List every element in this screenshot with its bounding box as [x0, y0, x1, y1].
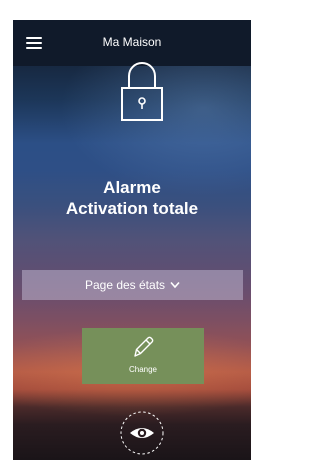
alarm-mode: Activation totale: [65, 199, 199, 218]
eye-icon[interactable]: [119, 410, 165, 456]
change-button-label: Change: [128, 365, 158, 374]
change-button[interactable]: Change: [82, 328, 204, 384]
states-page-dropdown[interactable]: Page des états: [22, 270, 243, 300]
padlock-icon: [121, 62, 163, 121]
alarm-title: Alarme: [103, 178, 161, 197]
pencil-icon: [134, 336, 154, 357]
alarm-status: Alarme Activation totale: [13, 177, 251, 219]
chevron-down-icon: [170, 281, 180, 289]
page-title: Ma Maison: [102, 35, 162, 49]
app-screen: Ma Maison Alarme Activation totale Page …: [0, 0, 259, 460]
states-page-label: Page des états: [84, 278, 166, 292]
